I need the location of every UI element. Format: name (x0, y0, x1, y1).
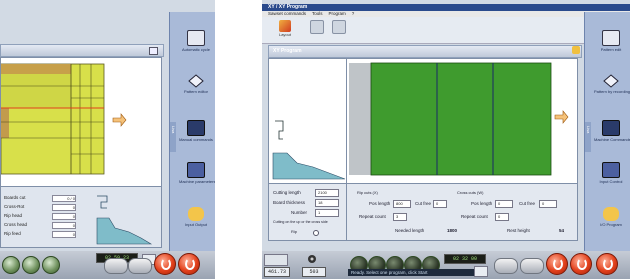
tools-icon (187, 162, 205, 178)
cutting-pattern-drawing (0, 58, 161, 186)
function-dock: Lisa Pattern edit Pattern by recording M… (584, 12, 630, 251)
field-row: Rip feed 0 (4, 231, 76, 238)
field-row: Cross-Rot 0 (4, 204, 76, 211)
emergency-button[interactable] (596, 253, 618, 275)
pattern-view (0, 57, 162, 187)
cross-pos-length-input[interactable]: 0 (495, 200, 513, 208)
dock-item-input-control[interactable]: Input Control (594, 162, 628, 184)
dock-item-pattern-by-recording[interactable]: Pattern by recording (594, 74, 630, 94)
hand-icon (603, 207, 619, 221)
layout-icon (279, 20, 291, 32)
dock-item-machine-parameters[interactable]: Machine parameters (179, 162, 215, 184)
oval-button[interactable] (128, 258, 152, 274)
dock-item-input-output[interactable]: Input Output (179, 207, 213, 227)
rip-pos-length-input[interactable]: 800 (393, 200, 411, 208)
dock-tab[interactable]: Lisa (585, 122, 591, 152)
power-button[interactable] (570, 253, 592, 275)
mid-value-display: 503 (302, 267, 326, 277)
dock-item-pattern-editor[interactable]: Pattern editor (179, 74, 213, 94)
cuts-panel: Rip cuts (X) Pos length 800 Cut free 0 R… (346, 183, 578, 241)
delete-button[interactable] (330, 20, 348, 40)
oval-button[interactable] (520, 258, 544, 274)
power-button[interactable] (178, 253, 200, 275)
dock-tab[interactable]: Lisa (170, 122, 176, 152)
right-screen: XY / XY Program Sawset commands Tools Pr… (262, 0, 630, 279)
monitor-icon (187, 120, 205, 136)
dock-item-pattern-edit[interactable]: Pattern edit (594, 30, 628, 52)
book-icon (602, 30, 620, 46)
field-row: Cross head 0 (4, 222, 76, 229)
function-dock: Lisa Automatic cycle Pattern editor Manu… (169, 12, 215, 251)
hand-icon (188, 207, 204, 221)
dock-item-io-program[interactable]: I/O Program (594, 207, 628, 227)
board-view (346, 58, 578, 184)
saw-profile-icon (96, 195, 153, 245)
control-button[interactable] (2, 256, 20, 274)
rip-cut-free-input[interactable]: 0 (433, 200, 447, 208)
tools-icon (602, 162, 620, 178)
control-button[interactable] (42, 256, 60, 274)
toolbar: Layout (262, 17, 584, 44)
field-row: Boards cut 0 / 0 (4, 195, 76, 202)
board-drawing (347, 59, 577, 183)
folder-icon[interactable] (572, 46, 580, 54)
monitor-icon (602, 120, 620, 136)
cross-repeat-input[interactable]: 0 (495, 213, 509, 221)
tool-button[interactable] (308, 20, 326, 40)
minimize-button[interactable] (149, 47, 158, 55)
cutting-length-input[interactable]: 2100 (315, 189, 339, 197)
board-thickness-input[interactable]: 18 (315, 199, 339, 207)
oval-button[interactable] (494, 258, 518, 274)
diamond-icon (603, 74, 619, 88)
time-display: 02 32 00 (444, 254, 486, 264)
field-row: Rip head 0 (4, 213, 76, 220)
window-title: XY / XY Program (262, 4, 630, 11)
saw-profile-icon (272, 120, 346, 180)
params-panel: Cutting length 2100 Board thickness 18 N… (268, 183, 348, 241)
status-message: Ready. Select one program, click Start (348, 269, 475, 276)
rest-height-value: 54 (559, 228, 565, 233)
motor-icon (306, 254, 318, 264)
gauge-icon (264, 254, 288, 266)
rip-radio[interactable] (313, 230, 319, 236)
dock-item-automatic-cycle[interactable]: Automatic cycle (179, 30, 213, 52)
profile-view (268, 58, 348, 184)
oval-button[interactable] (104, 258, 128, 274)
diamond-icon (188, 74, 204, 88)
book-icon (187, 30, 205, 46)
stop-button[interactable] (546, 253, 568, 275)
control-button[interactable] (22, 256, 40, 274)
number-input[interactable]: 1 (315, 209, 339, 217)
tool-x-icon (310, 20, 324, 34)
dock-item-machine-commands[interactable]: Machine Commands (594, 120, 630, 142)
cross-cut-free-input[interactable]: 0 (539, 200, 557, 208)
control-bar: 461.73 503 02 32 00 Ready. Select one pr… (262, 251, 630, 279)
left-value-display: 461.73 (264, 267, 290, 277)
stop-button[interactable] (154, 253, 176, 275)
needed-length-value: 1800 (447, 228, 458, 233)
left-screen: Boards cut 0 / 0 Cross-Rot 0 Rip head 0 Cro… (0, 0, 215, 279)
control-bar: 02 59 23 (0, 251, 215, 279)
trash-icon (332, 20, 346, 34)
dock-item-manual-commands[interactable]: Manual commands (179, 120, 213, 142)
section-header: XY Program (268, 45, 582, 58)
layout-button[interactable]: Layout (276, 20, 294, 40)
section-header (0, 44, 164, 57)
rip-repeat-input[interactable]: 3 (393, 213, 407, 221)
screen-gap (215, 0, 262, 279)
keyboard-icon[interactable] (474, 266, 488, 277)
